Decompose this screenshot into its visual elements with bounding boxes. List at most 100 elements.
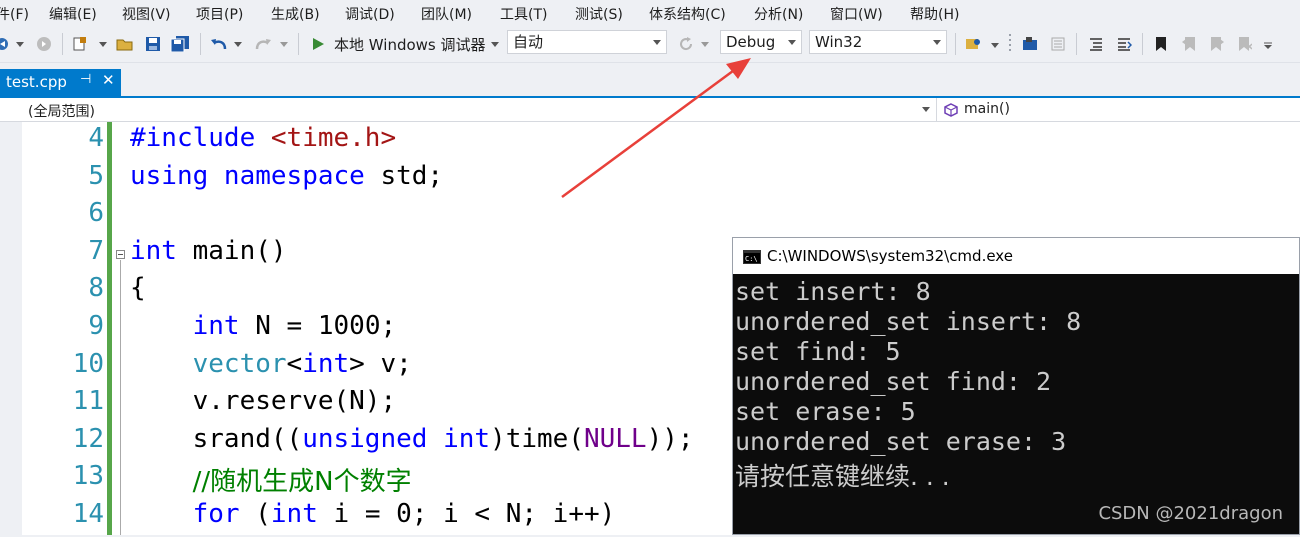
find-in-files-icon[interactable] <box>962 26 986 62</box>
tab-label: test.cpp <box>6 73 67 91</box>
clear-bookmarks-icon[interactable] <box>1234 26 1256 62</box>
code-token: for <box>192 499 256 529</box>
menu-view[interactable]: 视图(V) <box>122 4 171 24</box>
toolbar-grip-icon <box>1004 26 1016 62</box>
code-token: main() <box>192 235 287 266</box>
platform-combo[interactable]: Win32 <box>809 30 947 54</box>
menu-architecture[interactable]: 体系结构(C) <box>649 4 726 24</box>
menu-project[interactable]: 项目(P) <box>196 4 243 24</box>
menu-window[interactable]: 窗口(W) <box>830 4 883 24</box>
console-title-bar[interactable]: C:\ C:\WINDOWS\system32\cmd.exe <box>733 238 1299 274</box>
code-token: int <box>130 235 193 266</box>
code-token: std; <box>380 160 444 191</box>
code-line[interactable]: 6 <box>0 198 1300 236</box>
refresh-icon[interactable] <box>675 26 697 62</box>
debugger-dropdown-icon[interactable] <box>489 26 501 62</box>
line-number: 14 <box>72 499 104 529</box>
code-token: NULL <box>583 423 647 454</box>
redo-icon[interactable] <box>250 26 276 62</box>
menu-test[interactable]: 测试(S) <box>575 4 623 24</box>
code-line[interactable]: 4 #include <time.h> <box>0 123 1300 161</box>
menu-help[interactable]: 帮助(H) <box>910 4 959 24</box>
next-bookmark-icon[interactable] <box>1206 26 1228 62</box>
cmd-app-icon: C:\ <box>743 250 761 264</box>
back-icon[interactable] <box>0 26 14 62</box>
menu-file[interactable]: 件(F) <box>0 4 29 24</box>
line-number: 5 <box>88 160 104 191</box>
back-dropdown-icon[interactable] <box>14 26 26 62</box>
bookmark-icon[interactable] <box>1150 26 1172 62</box>
properties-icon[interactable] <box>1046 26 1070 62</box>
find-dropdown-icon[interactable] <box>988 26 1002 62</box>
chevron-down-icon <box>933 40 941 45</box>
code-line[interactable]: 5 using namespace std; <box>0 161 1300 199</box>
menu-analyze[interactable]: 分析(N) <box>754 4 803 24</box>
line-number: 10 <box>72 348 104 379</box>
toolbar: 本地 Windows 调试器 自动 Debug Win32 <box>0 26 1300 63</box>
line-number: 6 <box>88 198 104 229</box>
console-line: set insert: 8 <box>735 277 931 306</box>
console-line: unordered_set find: 2 <box>735 367 1052 396</box>
code-token: vector <box>192 348 287 379</box>
code-text: using namespace std; <box>130 161 443 191</box>
pin-icon[interactable]: ⊣ <box>80 72 91 87</box>
line-number: 12 <box>72 423 104 454</box>
menu-debug[interactable]: 调试(D) <box>345 4 395 24</box>
line-number: 8 <box>88 273 104 304</box>
open-folder-icon[interactable] <box>114 26 136 62</box>
code-token: > v; <box>349 348 412 379</box>
toolbar-separator <box>62 33 63 55</box>
line-number: 13 <box>72 461 104 492</box>
uncomment-lines-icon[interactable] <box>1112 26 1136 62</box>
new-item-dropdown-icon[interactable] <box>92 26 114 62</box>
method-cube-icon <box>944 103 958 117</box>
refresh-dropdown-icon[interactable] <box>699 26 711 62</box>
code-token: v.reserve(N); <box>130 386 397 417</box>
code-token: <time.h> <box>270 123 397 153</box>
console-title: C:\WINDOWS\system32\cmd.exe <box>767 247 1013 265</box>
undo-icon[interactable] <box>206 26 232 62</box>
function-combo[interactable]: main() <box>940 98 1300 121</box>
toolbar-overflow-icon[interactable] <box>1260 26 1276 62</box>
menu-tools[interactable]: 工具(T) <box>500 4 547 24</box>
code-text: int N = 1000; <box>130 311 397 341</box>
menu-build[interactable]: 生成(B) <box>271 4 320 24</box>
code-token: namespace <box>223 160 381 191</box>
forward-icon[interactable] <box>34 26 54 62</box>
chevron-down-icon <box>788 40 796 45</box>
code-text: int main() <box>130 236 287 266</box>
code-text: for (int i = 0; i < N; i++) <box>130 499 616 529</box>
svg-text:C:\: C:\ <box>745 255 758 263</box>
new-project-icon[interactable] <box>70 26 90 62</box>
tab-test-cpp[interactable]: test.cpp ⊣ ✕ <box>0 69 121 97</box>
configuration-value: Debug <box>726 33 776 51</box>
redo-dropdown-icon[interactable] <box>278 26 290 62</box>
save-icon[interactable] <box>142 26 164 62</box>
undo-dropdown-icon[interactable] <box>232 26 244 62</box>
close-icon[interactable]: ✕ <box>102 71 115 89</box>
solution-config-combo[interactable]: 自动 <box>507 30 667 54</box>
console-output[interactable]: set insert: 8 unordered_set insert: 8 se… <box>733 275 1299 534</box>
code-token: int <box>443 423 491 454</box>
comment-lines-icon[interactable] <box>1084 26 1108 62</box>
start-debugging-icon[interactable] <box>306 26 330 62</box>
prev-bookmark-icon[interactable] <box>1178 26 1200 62</box>
line-number: 11 <box>72 386 104 417</box>
toolbar-separator <box>200 33 201 55</box>
start-debugging-button[interactable]: 本地 Windows 调试器 <box>334 34 486 55</box>
code-text: vector<int> v; <box>130 349 412 379</box>
console-line: unordered_set insert: 8 <box>735 307 1082 336</box>
code-token: int <box>270 499 334 529</box>
scope-combo[interactable]: (全局范围) <box>0 98 937 121</box>
code-text: #include <time.h> <box>130 123 396 153</box>
save-all-icon[interactable] <box>168 26 192 62</box>
solution-explorer-icon[interactable] <box>1018 26 1042 62</box>
configuration-combo[interactable]: Debug <box>720 30 802 54</box>
function-value: main() <box>964 101 1010 117</box>
menu-edit[interactable]: 编辑(E) <box>49 4 97 24</box>
menu-team[interactable]: 团队(M) <box>421 4 472 24</box>
console-window[interactable]: C:\ C:\WINDOWS\system32\cmd.exe set inse… <box>732 237 1300 535</box>
